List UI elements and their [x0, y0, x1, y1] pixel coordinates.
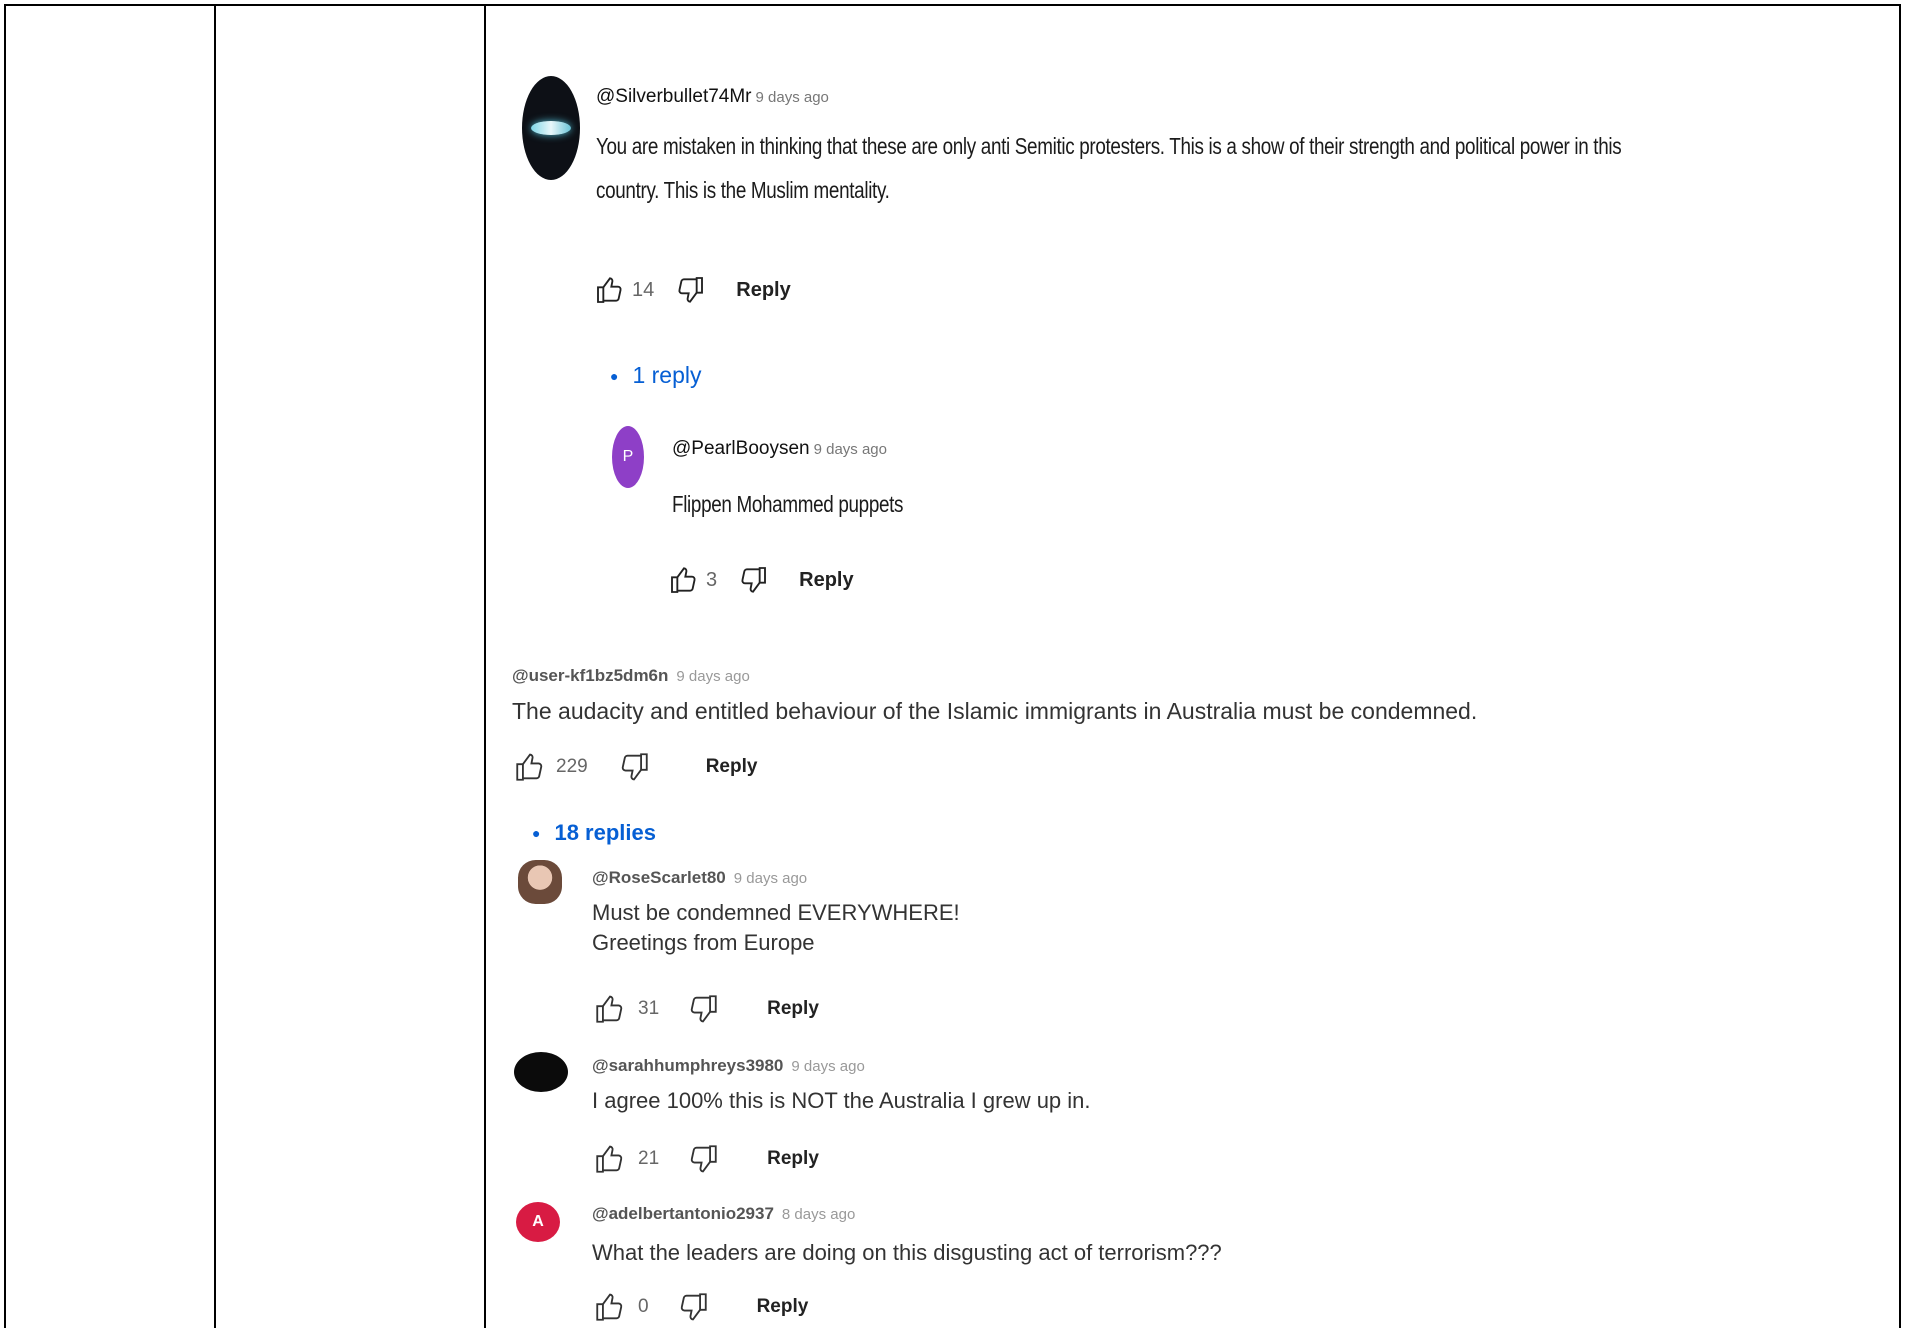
like-count: 21 [638, 1148, 660, 1169]
thumbs-down-icon[interactable] [683, 1142, 723, 1176]
like-count: 14 [632, 278, 655, 301]
bullet-icon: ● [610, 367, 619, 384]
replies-toggle[interactable]: ● 1 reply [610, 362, 702, 389]
thumbs-up-icon[interactable] [590, 1142, 630, 1176]
comment-text: You are mistaken in thinking that these … [596, 124, 1622, 212]
comment-actions: 229 Reply [510, 750, 757, 784]
replies-toggle-label: 18 replies [554, 820, 656, 845]
reply-actions: 31 Reply [590, 992, 819, 1026]
reply-line: I agree 100% this is NOT the Australia I… [592, 1088, 1091, 1113]
reply-actions: 3 Reply [668, 562, 854, 598]
reply-author[interactable]: @RoseScarlet80 [592, 868, 726, 887]
comment-author[interactable]: @Silverbullet74Mr [596, 86, 752, 107]
replies-toggle[interactable]: ● 18 replies [532, 820, 656, 846]
thumbs-up-icon[interactable] [510, 750, 550, 784]
reply-time: 9 days ago [813, 441, 887, 458]
like-count: 0 [638, 1296, 649, 1317]
reply-header: @PearlBooysen 9 days ago [672, 438, 887, 460]
avatar[interactable] [518, 860, 562, 904]
reply-time: 9 days ago [733, 870, 808, 887]
reply-button[interactable]: Reply [767, 1148, 819, 1170]
thumbs-down-icon[interactable] [737, 562, 769, 598]
reply-header: @sarahhumphreys3980 9 days ago [592, 1056, 865, 1076]
reply-actions: 0 Reply [590, 1290, 808, 1324]
reply-header: @adelbertantonio2937 8 days ago [592, 1204, 855, 1224]
like-count: 3 [706, 568, 718, 591]
comment-time: 9 days ago [755, 89, 829, 106]
reply-author[interactable]: @adelbertantonio2937 [592, 1204, 774, 1223]
comment-header: @Silverbullet74Mr 9 days ago [596, 86, 829, 108]
avatar[interactable] [514, 1052, 568, 1092]
thumbs-down-icon[interactable] [674, 272, 706, 308]
avatar[interactable]: A [516, 1202, 560, 1242]
reply-author[interactable]: @PearlBooysen [672, 438, 810, 459]
thumbs-up-icon[interactable] [668, 562, 700, 598]
reply-button[interactable]: Reply [736, 279, 790, 302]
reply-line: Must be condemned EVERYWHERE! [592, 900, 960, 925]
comment-time: 9 days ago [676, 668, 750, 685]
thumbs-up-icon[interactable] [590, 992, 630, 1026]
bullet-icon: ● [532, 825, 541, 841]
reply-line: What the leaders are doing on this disgu… [592, 1240, 1222, 1265]
reply-line: Flippen Mohammed puppets [672, 491, 904, 517]
reply-line: Greetings from Europe [592, 930, 815, 955]
thumbs-down-icon[interactable] [673, 1290, 713, 1324]
comment-header: @user-kf1bz5dm6n 9 days ago [512, 666, 750, 686]
reply-button[interactable]: Reply [706, 756, 758, 778]
like-count: 31 [638, 998, 660, 1019]
thumbs-down-icon[interactable] [614, 750, 654, 784]
thumbs-down-icon[interactable] [683, 992, 723, 1026]
reply-button[interactable]: Reply [799, 569, 853, 592]
comment-text: The audacity and entitled behaviour of t… [512, 696, 1477, 726]
avatar[interactable]: P [612, 426, 644, 488]
reply-text: Flippen Mohammed puppets [672, 482, 903, 526]
comment-line: The audacity and entitled behaviour of t… [512, 698, 1478, 724]
thumbs-up-icon[interactable] [590, 1290, 630, 1324]
reply-text: What the leaders are doing on this disgu… [592, 1238, 1222, 1268]
reply-text: Must be condemned EVERYWHERE! Greetings … [592, 898, 960, 958]
comments-screenshot: @Silverbullet74Mr 9 days ago You are mist… [486, 6, 1899, 1328]
comment-line: You are mistaken in thinking that these … [596, 133, 1622, 159]
replies-toggle-label: 1 reply [632, 362, 702, 388]
reply-button[interactable]: Reply [757, 1296, 809, 1318]
comment-actions: 14 Reply [594, 272, 791, 308]
reply-time: 9 days ago [791, 1058, 865, 1075]
like-count: 229 [556, 756, 588, 777]
thumbs-up-icon[interactable] [594, 272, 626, 308]
avatar[interactable] [522, 76, 580, 180]
comment-author[interactable]: @user-kf1bz5dm6n [512, 666, 668, 685]
comment-line: country. This is the Muslim mentality. [596, 177, 890, 203]
reply-header: @RoseScarlet80 9 days ago [592, 868, 807, 888]
silver-bullet-icon [531, 121, 571, 135]
reply-time: 8 days ago [781, 1206, 856, 1223]
reply-author[interactable]: @sarahhumphreys3980 [592, 1056, 783, 1075]
column-divider-1 [214, 4, 216, 1328]
reply-button[interactable]: Reply [767, 998, 819, 1020]
reply-actions: 21 Reply [590, 1142, 819, 1176]
reply-text: I agree 100% this is NOT the Australia I… [592, 1086, 1091, 1116]
